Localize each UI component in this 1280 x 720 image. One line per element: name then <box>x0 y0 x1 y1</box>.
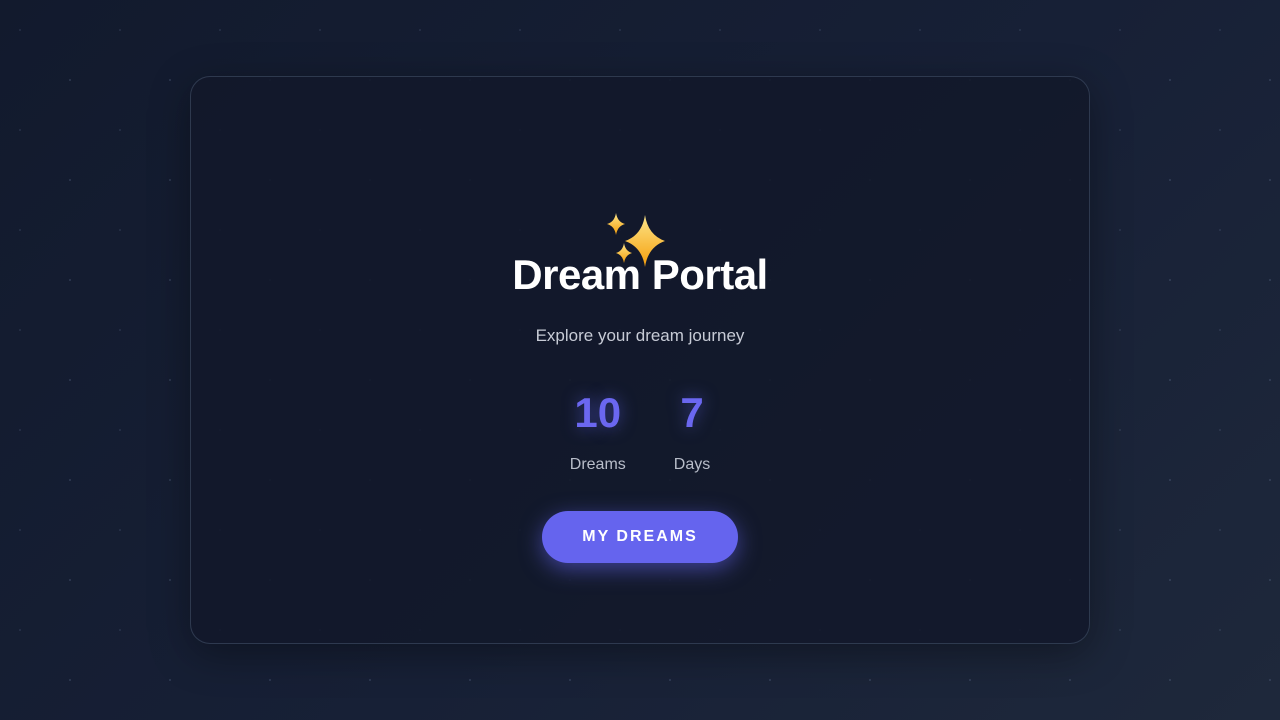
stat-dreams: 10 Dreams <box>570 390 626 474</box>
stat-label: Days <box>673 456 711 473</box>
page-title: Dream Portal <box>512 251 768 298</box>
stat-value: 7 <box>680 389 704 436</box>
stat-days: 7 Days <box>674 390 710 474</box>
stat-value: 10 <box>574 389 622 436</box>
page-subtitle: Explore your dream journey <box>535 326 745 345</box>
portal-card: Dream Portal Explore your dream journey … <box>190 76 1090 644</box>
my-dreams-button[interactable]: MY DREAMS <box>542 511 738 563</box>
stats-row: 10 Dreams 7 Days <box>191 390 1089 474</box>
stat-label: Dreams <box>569 456 626 473</box>
